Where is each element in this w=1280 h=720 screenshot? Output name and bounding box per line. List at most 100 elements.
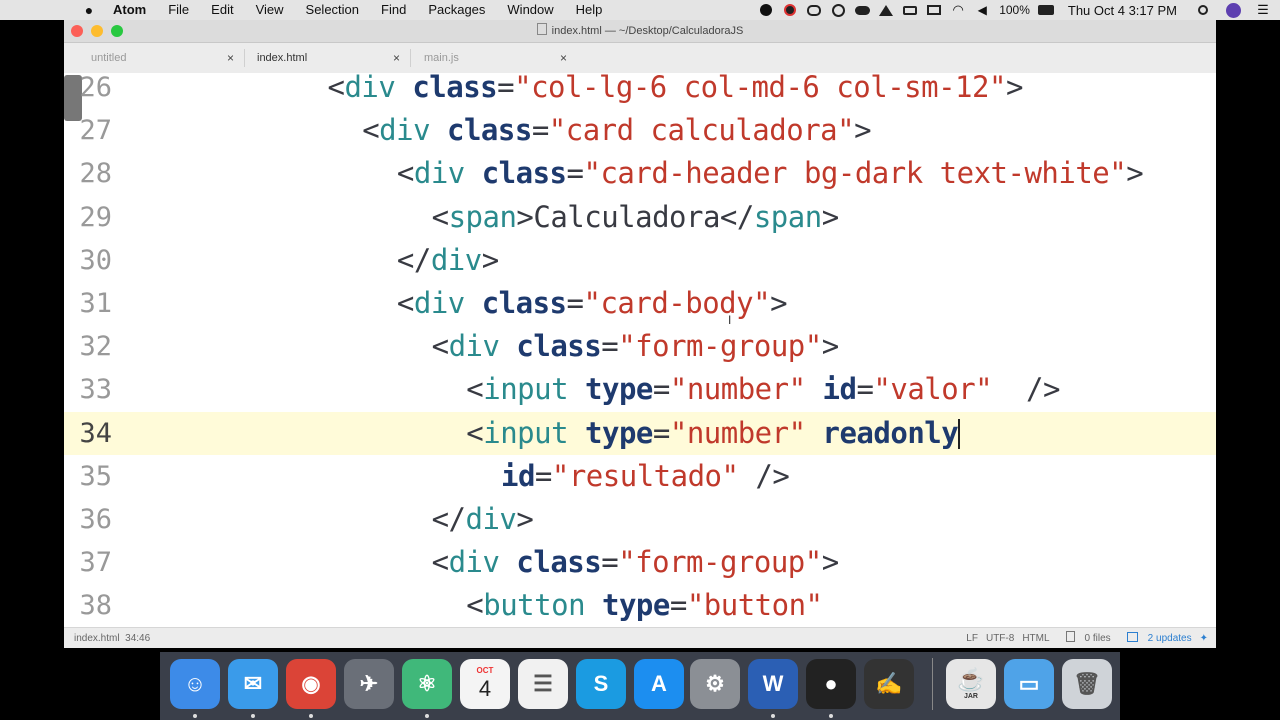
chrome-dock-icon[interactable]: ◉ (286, 659, 336, 709)
line-number[interactable]: 27 (64, 109, 112, 152)
code-line[interactable]: 34 <input type="number" readonly (64, 411, 1216, 455)
menu-packages[interactable]: Packages (428, 0, 485, 20)
line-number[interactable]: 28 (64, 152, 112, 195)
circle-icon[interactable] (830, 3, 846, 17)
line-number[interactable]: 37 (64, 541, 112, 584)
code-token: div (413, 286, 465, 320)
grammar[interactable]: HTML (1022, 628, 1049, 648)
code-line[interactable]: 31 <div class="card-body"> (64, 282, 1216, 325)
cc-icon[interactable] (806, 3, 822, 17)
battery-icon[interactable] (1037, 3, 1054, 17)
code-token: class (481, 156, 567, 191)
line-number[interactable]: 36 (64, 498, 112, 541)
finder-dock-icon[interactable]: ☺ (170, 659, 220, 709)
code-text: </div> (432, 498, 534, 541)
code-line[interactable]: 26 <div class="col-lg-6 col-md-6 col-sm-1… (64, 73, 1216, 109)
code-line[interactable]: 28 <div class="card-header bg-dark text-w… (64, 152, 1216, 195)
line-ending[interactable]: LF (966, 628, 978, 648)
line-number[interactable]: 34 (64, 412, 112, 455)
code-editor[interactable]: 26 <div class="col-lg-6 col-md-6 col-sm-1… (64, 73, 1216, 627)
obs-glyph: ● (824, 671, 838, 696)
clock[interactable]: Thu Oct 4 3:17 PM (1068, 3, 1177, 18)
menu-view[interactable]: View (256, 0, 284, 20)
notes-dock-icon[interactable]: ☰ (518, 659, 568, 709)
list-icon[interactable]: ☰ (1255, 3, 1271, 17)
git-files[interactable]: 0 files (1058, 628, 1111, 648)
app-store-dock-icon[interactable]: A (634, 659, 684, 709)
signature-dock-icon[interactable]: ✍ (864, 659, 914, 709)
code-line[interactable]: 33 <input type="number" id="valor" /> (64, 368, 1216, 411)
tab-close-icon[interactable]: × (560, 43, 567, 73)
system-preferences-dock-icon[interactable]: ⚙ (690, 659, 740, 709)
code-token: > (516, 502, 534, 536)
atom-window: index.html — ~/Desktop/CalculadoraJS unt… (64, 20, 1216, 648)
java-jar-dock-icon[interactable]: ☕ JAR (946, 659, 996, 709)
encoding[interactable]: UTF-8 (986, 628, 1014, 648)
code-line[interactable]: 35 id="resultado" /> (64, 455, 1216, 498)
line-number[interactable]: 30 (64, 239, 112, 282)
battery-small-icon[interactable] (902, 3, 918, 17)
line-number[interactable]: 26 (64, 73, 112, 109)
obs-dock-icon[interactable]: ● (806, 659, 856, 709)
wifi-icon[interactable]: ◠ (950, 3, 966, 17)
github-icon[interactable]: ✦ (1200, 628, 1208, 648)
menu-file[interactable]: File (168, 0, 189, 20)
antivirus-icon[interactable] (782, 3, 798, 17)
code-token: div (413, 156, 465, 191)
volume-icon[interactable]: ◀ (974, 3, 990, 17)
menu-help[interactable]: Help (576, 0, 603, 20)
cloud-icon[interactable] (854, 3, 870, 17)
menu-selection[interactable]: Selection (306, 0, 359, 20)
tab-untitled[interactable]: untitled × (91, 43, 241, 73)
code-line[interactable]: 38 <button type="button" (64, 584, 1216, 627)
menu-atom[interactable]: Atom (113, 0, 146, 20)
code-line[interactable]: 27 <div class="card calculadora"> (64, 109, 1216, 152)
jar-label: JAR (963, 693, 978, 700)
tab-close-icon[interactable]: × (393, 43, 400, 73)
atom-dock-icon[interactable]: ⚛ (402, 659, 452, 709)
skype-dock-icon[interactable]: S (576, 659, 626, 709)
code-line[interactable]: 29 <span>Calculadora</span> (64, 196, 1216, 239)
cursor-position[interactable]: 34:46 (125, 633, 150, 644)
line-number[interactable]: 29 (64, 196, 112, 239)
status-file-info[interactable]: index.html 34:46 (74, 628, 150, 648)
code-line[interactable]: 30 </div> (64, 239, 1216, 282)
code-token: < (396, 156, 414, 191)
trash-dock-icon[interactable]: 🗑 (1062, 659, 1112, 709)
line-number[interactable]: 31 (64, 282, 112, 325)
code-line[interactable]: 36 </div> (64, 498, 1216, 541)
menu-edit[interactable]: Edit (211, 0, 233, 20)
mail-glyph: ✉ (243, 671, 263, 696)
record-icon[interactable] (758, 3, 774, 17)
upload-icon[interactable] (878, 3, 894, 17)
folder-dock-icon[interactable]: ▭ (1004, 659, 1054, 709)
line-number[interactable]: 35 (64, 455, 112, 498)
code-token: "button" (686, 588, 823, 623)
mail-dock-icon[interactable]: ✉ (228, 659, 278, 709)
airplay-icon[interactable] (926, 3, 942, 17)
tab-close-icon[interactable]: × (227, 43, 234, 73)
code-token: div (344, 73, 396, 104)
code-line[interactable]: 32 <div class="form-group"> (64, 325, 1216, 368)
line-number[interactable]: 33 (64, 368, 112, 411)
line-number[interactable]: 32 (64, 325, 112, 368)
line-number[interactable]: 38 (64, 584, 112, 627)
user-icon[interactable] (1225, 2, 1241, 18)
battery-percent[interactable]: 100% (999, 3, 1030, 17)
search-icon[interactable] (1195, 3, 1211, 17)
menu-window[interactable]: Window (507, 0, 553, 20)
running-indicator (193, 714, 197, 718)
calendar-dock-icon[interactable]: OCT 4 (460, 659, 510, 709)
code-line[interactable]: 37 <div class="form-group"> (64, 541, 1216, 584)
code-token: id (822, 372, 857, 407)
updates-indicator[interactable]: 2 updates (1119, 628, 1192, 648)
menu-find[interactable]: Find (381, 0, 406, 20)
word-dock-icon[interactable]: W (748, 659, 798, 709)
launchpad-dock-icon[interactable]: ✈ (344, 659, 394, 709)
apple-icon[interactable]: ● (82, 2, 96, 18)
tab-main-js[interactable]: main.js × (424, 43, 574, 73)
tab-index-html[interactable]: index.html × (257, 43, 407, 73)
running-indicator (829, 714, 833, 718)
